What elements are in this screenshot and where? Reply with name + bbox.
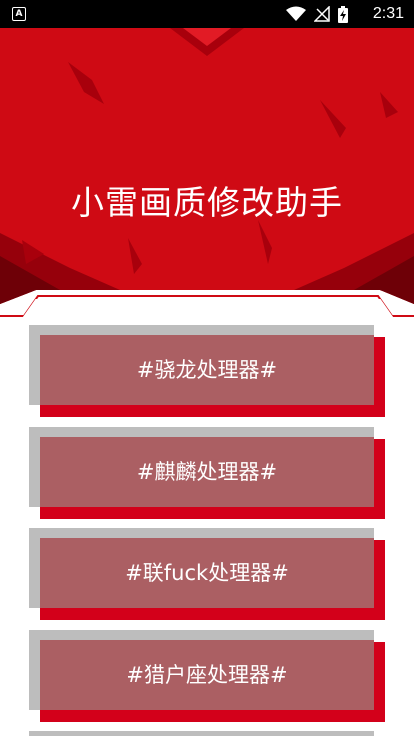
menu-card-exynos[interactable]: #猎户座处理器# (29, 630, 385, 722)
menu-card-snapdragon[interactable]: #骁龙处理器# (29, 325, 385, 417)
wifi-icon (286, 6, 306, 21)
exynos-button[interactable]: #猎户座处理器# (40, 640, 374, 710)
hero-banner: 小雷画质修改助手 (0, 28, 414, 320)
snapdragon-button[interactable]: #骁龙处理器# (40, 335, 374, 405)
menu-card-kirin[interactable]: #麒麟处理器# (29, 427, 385, 519)
app-title: 小雷画质修改助手 (71, 183, 343, 222)
next-card-edge (29, 731, 374, 736)
battery-charging-icon (338, 5, 348, 23)
android-a-icon: A (12, 7, 26, 21)
menu-card-mediatek[interactable]: #联fuck处理器# (29, 528, 385, 620)
status-bar: A 2:31 (0, 0, 414, 28)
mediatek-button[interactable]: #联fuck处理器# (40, 538, 374, 608)
status-icons (286, 5, 348, 23)
no-signal-icon (314, 6, 330, 22)
status-time: 2:31 (372, 5, 404, 22)
kirin-button[interactable]: #麒麟处理器# (40, 437, 374, 507)
hero-background (0, 28, 414, 320)
